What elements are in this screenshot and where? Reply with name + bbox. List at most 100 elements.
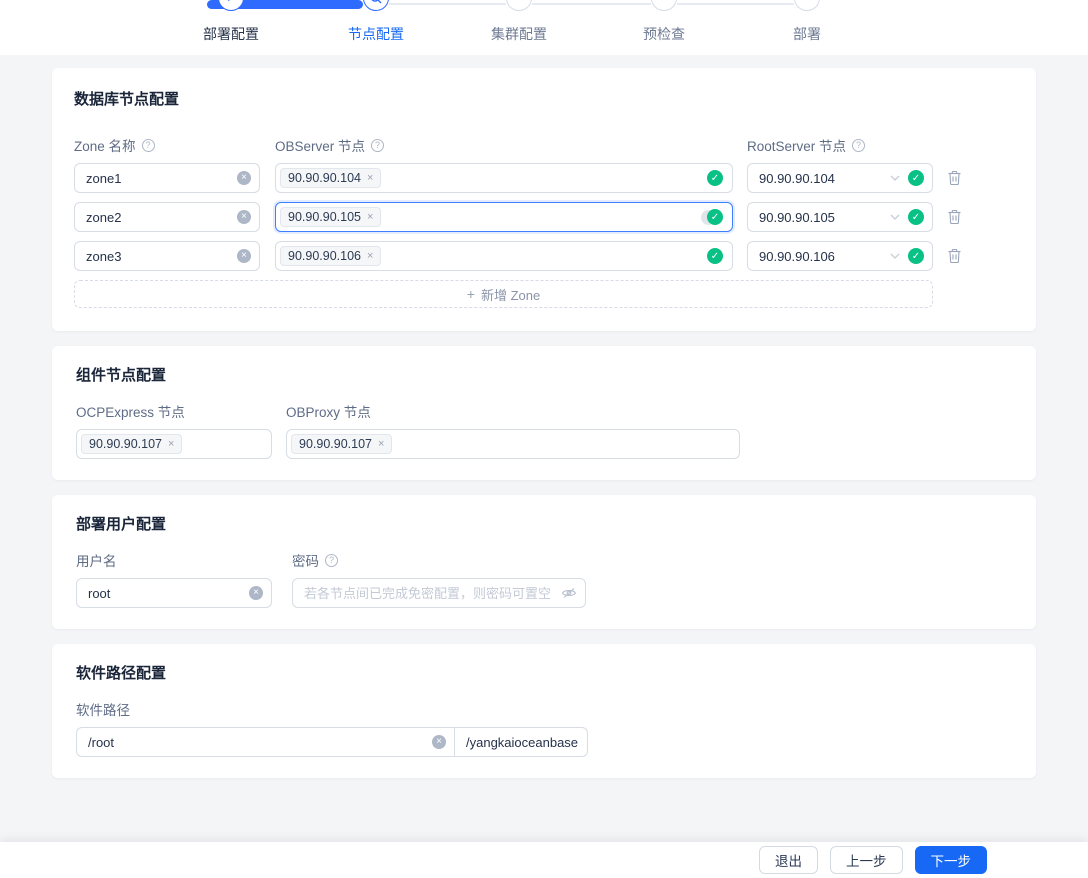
tag-close-icon[interactable]: ×: [378, 438, 384, 450]
ocpexpress-node-input[interactable]: 90.90.90.107 ×: [76, 429, 272, 459]
ip-tag-text: 90.90.90.104: [288, 171, 361, 185]
chevron-down-icon: [890, 253, 900, 259]
clear-icon[interactable]: ×: [237, 171, 251, 185]
rootserver-select-value: 90.90.90.106: [759, 248, 835, 264]
observer-label-text: OBServer 节点: [275, 139, 366, 154]
observer-nodes-input[interactable]: 90.90.90.106 × ✓: [275, 241, 733, 271]
software-path-card: 软件路径配置 软件路径 × /yangkaioceanbase: [52, 644, 1036, 778]
db-node-column-headers: Zone 名称 ? OBServer 节点 ? RootServer 节点 ?: [74, 135, 1014, 155]
zone-name-input[interactable]: [74, 202, 260, 232]
component-node-card: 组件节点配置 OCPExpress 节点 90.90.90.107 × OBPr…: [52, 346, 1036, 480]
rootserver-label-text: RootServer 节点: [747, 139, 847, 154]
ip-tag: 90.90.90.107 ×: [291, 434, 393, 454]
username-label: 用户名: [76, 554, 117, 569]
chevron-down-icon: [890, 214, 900, 220]
delete-zone-button[interactable]: [945, 207, 964, 227]
step-pending-icon: [506, 0, 532, 11]
software-path-input[interactable]: [76, 727, 455, 757]
ip-tag: 90.90.90.106 ×: [280, 246, 382, 266]
observer-label: OBServer 节点 ?: [275, 135, 747, 155]
add-zone-label: 新增 Zone: [480, 287, 541, 303]
username-input[interactable]: [76, 578, 272, 608]
zone-row: × 90.90.90.105 × ✓ 90.90.90.105: [74, 202, 1014, 232]
deploy-user-card-title: 部署用户配置: [76, 516, 167, 533]
obproxy-node-input[interactable]: 90.90.90.107 ×: [286, 429, 740, 459]
path-suffix: /yangkaioceanbase: [455, 727, 588, 757]
check-success-icon: ✓: [707, 248, 723, 264]
database-node-card-title: 数据库节点配置: [74, 91, 180, 108]
plus-icon: +: [466, 286, 475, 302]
ip-tag-text: 90.90.90.107: [89, 437, 162, 451]
software-path-card-title: 软件路径配置: [76, 665, 167, 682]
delete-zone-button[interactable]: [945, 246, 964, 266]
observer-nodes-input[interactable]: 90.90.90.105 × ✓: [275, 202, 733, 232]
add-zone-button[interactable]: + 新增 Zone: [74, 280, 933, 308]
software-path-label: 软件路径: [76, 703, 130, 718]
observer-help-icon[interactable]: ?: [371, 138, 385, 152]
tag-close-icon[interactable]: ×: [367, 172, 373, 184]
ip-tag: 90.90.90.107 ×: [81, 434, 183, 454]
ip-tag-text: 90.90.90.105: [288, 210, 361, 224]
zone-row: × 90.90.90.106 × ✓ 90.90.90.106: [74, 241, 1014, 271]
step-pending-icon: [651, 0, 677, 11]
step-label-cluster-config[interactable]: 集群配置: [491, 24, 547, 44]
check-success-icon: ✓: [707, 170, 723, 186]
ip-tag-text: 90.90.90.106: [288, 249, 361, 263]
step-connector: [532, 3, 651, 5]
step-label-precheck[interactable]: 预检查: [643, 24, 685, 44]
observer-nodes-input[interactable]: 90.90.90.104 × ✓: [275, 163, 733, 193]
password-label: 密码 ?: [292, 550, 586, 570]
step-label-node-config[interactable]: 节点配置: [348, 24, 404, 44]
password-input[interactable]: [292, 578, 586, 608]
zone-name-label: Zone 名称 ?: [74, 135, 275, 155]
trash-icon: [948, 170, 961, 186]
clear-icon[interactable]: ×: [237, 210, 251, 224]
deploy-wizard-page: ✓ 部署配置 节点配置 集群配置 预检查 部署 数据库节点配置 Zone 名称 …: [0, 0, 1088, 878]
step-done-check-icon: ✓: [218, 0, 244, 11]
step-connector: [389, 3, 506, 5]
zone-name-input[interactable]: [74, 163, 260, 193]
password-label-text: 密码: [292, 554, 319, 569]
tag-close-icon[interactable]: ×: [367, 250, 373, 262]
chevron-down-icon: [890, 175, 900, 181]
ip-tag-text: 90.90.90.107: [299, 437, 372, 451]
delete-zone-button[interactable]: [945, 168, 964, 188]
wizard-footer: 退出 上一步 下一步: [0, 842, 1088, 878]
component-node-card-title: 组件节点配置: [76, 367, 167, 384]
step-pending-icon: [794, 0, 820, 11]
clear-icon[interactable]: ×: [249, 586, 263, 600]
zone-help-icon[interactable]: ?: [141, 138, 155, 152]
zone-row: × 90.90.90.104 × ✓ 90.90.90.104: [74, 163, 1014, 193]
check-success-icon: ✓: [908, 248, 924, 264]
ocpexpress-label: OCPExpress 节点: [76, 405, 185, 420]
step-current-magnifier-icon: [363, 0, 389, 11]
tag-close-icon[interactable]: ×: [367, 211, 373, 223]
zone-name-label-text: Zone 名称: [74, 139, 136, 154]
step-label-deploy[interactable]: 部署: [793, 24, 821, 44]
rootserver-select-value: 90.90.90.104: [759, 170, 835, 186]
rootserver-help-icon[interactable]: ?: [852, 138, 866, 152]
clear-icon[interactable]: ×: [237, 249, 251, 263]
zone-name-input[interactable]: [74, 241, 260, 271]
tag-close-icon[interactable]: ×: [168, 438, 174, 450]
rootserver-select[interactable]: 90.90.90.105 ✓: [747, 202, 933, 232]
rootserver-select[interactable]: 90.90.90.104 ✓: [747, 163, 933, 193]
exit-button[interactable]: 退出: [759, 846, 818, 874]
ip-tag: 90.90.90.104 ×: [280, 168, 382, 188]
step-label-deploy-config[interactable]: 部署配置: [203, 24, 259, 44]
prev-step-button[interactable]: 上一步: [830, 846, 903, 874]
trash-icon: [948, 248, 961, 264]
next-step-button[interactable]: 下一步: [914, 846, 987, 874]
deploy-user-card: 部署用户配置 用户名 × 密码 ?: [52, 495, 1036, 629]
clear-icon[interactable]: ×: [432, 735, 446, 749]
wizard-content: 数据库节点配置 Zone 名称 ? OBServer 节点 ? RootServ…: [0, 55, 1088, 842]
database-node-card: 数据库节点配置 Zone 名称 ? OBServer 节点 ? RootServ…: [52, 68, 1036, 331]
rootserver-select-value: 90.90.90.105: [759, 209, 835, 225]
rootserver-label: RootServer 节点 ?: [747, 135, 933, 155]
step-connector: [677, 3, 794, 5]
rootserver-select[interactable]: 90.90.90.106 ✓: [747, 241, 933, 271]
password-help-icon[interactable]: ?: [325, 553, 338, 567]
obproxy-label: OBProxy 节点: [286, 405, 371, 420]
wizard-stepper: ✓ 部署配置 节点配置 集群配置 预检查 部署: [0, 0, 1088, 55]
eye-invisible-icon[interactable]: [561, 586, 577, 600]
